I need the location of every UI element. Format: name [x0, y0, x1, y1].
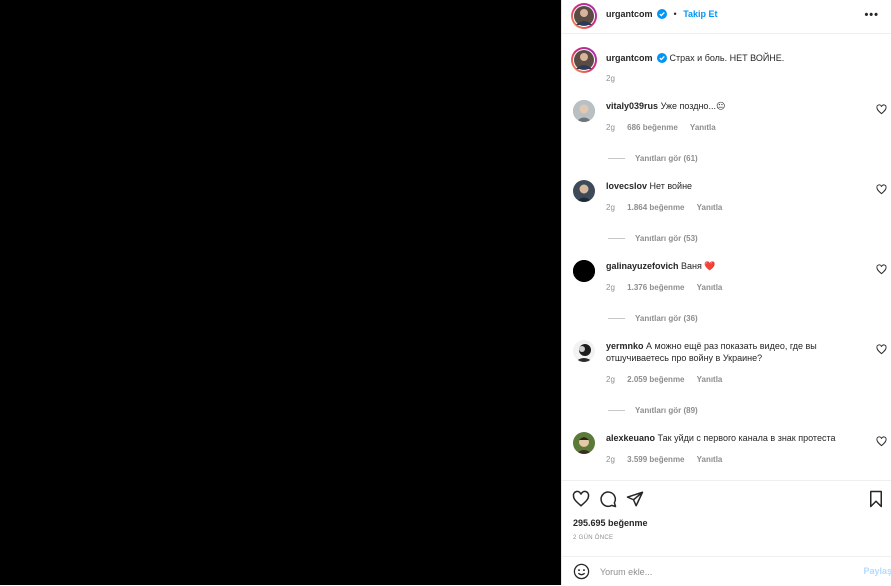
comment-input[interactable]: [598, 563, 842, 581]
comment-time: 2g: [606, 455, 615, 464]
comment-likes[interactable]: 2.059 beğenme: [627, 375, 684, 384]
caption-time: 2g: [606, 74, 615, 83]
add-comment-bar: Paylaş: [562, 556, 891, 586]
view-replies-label: Yanıtları gör (36): [635, 314, 698, 323]
replies-line: [608, 318, 625, 320]
author-avatar[interactable]: [571, 3, 597, 29]
view-replies-label: Yanıtları gör (61): [635, 154, 698, 163]
author-username[interactable]: urgantcom: [606, 9, 653, 19]
view-replies-button[interactable]: Yanıtları gör (89): [608, 406, 698, 415]
comment-like-icon[interactable]: [876, 184, 887, 197]
commenter-username[interactable]: yermnko: [606, 341, 644, 351]
comment-icon[interactable]: [599, 490, 617, 510]
commenter-avatar[interactable]: [573, 180, 595, 202]
view-replies-label: Yanıtları gör (89): [635, 406, 698, 415]
comment-meta: 2g 686 beğenme Yanıtla: [606, 123, 726, 132]
reply-button[interactable]: Yanıtla: [697, 203, 723, 212]
separator-dot: •: [673, 9, 677, 19]
view-replies-button[interactable]: Yanıtları gör (61): [608, 154, 698, 163]
post-side-panel: urgantcom • Takip Et ••• urgantcom Страх…: [561, 0, 891, 585]
comment-body: yermnko А можно ещё раз показать видео, …: [606, 340, 846, 364]
post-header: urgantcom • Takip Et •••: [562, 0, 891, 34]
share-icon[interactable]: [626, 490, 644, 510]
like-count[interactable]: 295.695 beğenme: [573, 518, 648, 528]
comment-text: Нет войне: [649, 181, 693, 191]
commenter-username[interactable]: alexkeuano: [606, 433, 655, 443]
commenter-avatar[interactable]: [573, 100, 595, 122]
post-comment-button[interactable]: Paylaş: [863, 566, 891, 576]
caption-text: Страх и боль. НЕТ ВОЙНЕ.: [669, 53, 785, 63]
comment-likes[interactable]: 686 beğenme: [627, 123, 678, 132]
reply-button[interactable]: Yanıtla: [690, 123, 716, 132]
comment-time: 2g: [606, 375, 615, 384]
caption-avatar[interactable]: [571, 47, 597, 73]
comment-body: vitaly039rus Уже поздно...😐: [606, 100, 846, 112]
comment-like-icon[interactable]: [876, 104, 887, 117]
more-icon[interactable]: •••: [864, 9, 879, 21]
comment-likes[interactable]: 3.599 beğenme: [627, 455, 684, 464]
post-media[interactable]: [0, 0, 561, 585]
heart-icon[interactable]: [572, 490, 590, 510]
replies-line: [608, 410, 625, 412]
comment-like-icon[interactable]: [876, 344, 887, 357]
replies-line: [608, 238, 625, 240]
comment-time: 2g: [606, 203, 615, 212]
comment-like-icon[interactable]: [876, 264, 887, 277]
comment-text: Ваня ❤️: [681, 261, 716, 271]
commenter-avatar[interactable]: [573, 340, 595, 362]
view-replies-button[interactable]: Yanıtları gör (53): [608, 234, 698, 243]
reply-button[interactable]: Yanıtla: [697, 455, 723, 464]
caption: urgantcom Страх и боль. НЕТ ВОЙНЕ.: [606, 52, 876, 66]
view-replies-button[interactable]: Yanıtları gör (36): [608, 314, 698, 323]
post-date: 2 GÜN ÖNCE: [573, 535, 614, 541]
comment-text: Так уйди с первого канала в знак протест…: [657, 433, 836, 443]
replies-line: [608, 158, 625, 160]
comment-body: alexkeuano Так уйди с первого канала в з…: [606, 432, 846, 444]
verified-badge-icon: [657, 53, 668, 66]
comment-time: 2g: [606, 123, 615, 132]
reply-button[interactable]: Yanıtla: [697, 283, 723, 292]
comment-like-icon[interactable]: [876, 436, 887, 449]
comment-meta: 2g 2.059 beğenme Yanıtla: [606, 375, 732, 384]
follow-button[interactable]: Takip Et: [683, 9, 717, 19]
comment-likes[interactable]: 1.376 beğenme: [627, 283, 684, 292]
commenter-avatar[interactable]: [573, 432, 595, 454]
post-actions: 295.695 beğenme 2 GÜN ÖNCE Paylaş: [562, 480, 891, 586]
comment-body: lovecslov Нет войне: [606, 180, 846, 192]
comment-text: Уже поздно...😐: [660, 101, 726, 111]
caption-username[interactable]: urgantcom: [606, 53, 653, 63]
verified-badge-icon: [657, 9, 668, 21]
comment-meta: 2g 1.376 beğenme Yanıtla: [606, 283, 732, 292]
comment-likes[interactable]: 1.864 beğenme: [627, 203, 684, 212]
bookmark-icon[interactable]: [868, 490, 884, 510]
emoji-icon[interactable]: [573, 563, 590, 582]
comment-meta: 2g 3.599 beğenme Yanıtla: [606, 455, 732, 464]
comment-meta: 2g 1.864 beğenme Yanıtla: [606, 203, 732, 212]
commenter-username[interactable]: galinayuzefovich: [606, 261, 679, 271]
comment-body: galinayuzefovich Ваня ❤️: [606, 260, 846, 272]
commenter-username[interactable]: lovecslov: [606, 181, 647, 191]
comment-time: 2g: [606, 283, 615, 292]
commenter-username[interactable]: vitaly039rus: [606, 101, 658, 111]
view-replies-label: Yanıtları gör (53): [635, 234, 698, 243]
commenter-avatar[interactable]: [573, 260, 595, 282]
reply-button[interactable]: Yanıtla: [697, 375, 723, 384]
